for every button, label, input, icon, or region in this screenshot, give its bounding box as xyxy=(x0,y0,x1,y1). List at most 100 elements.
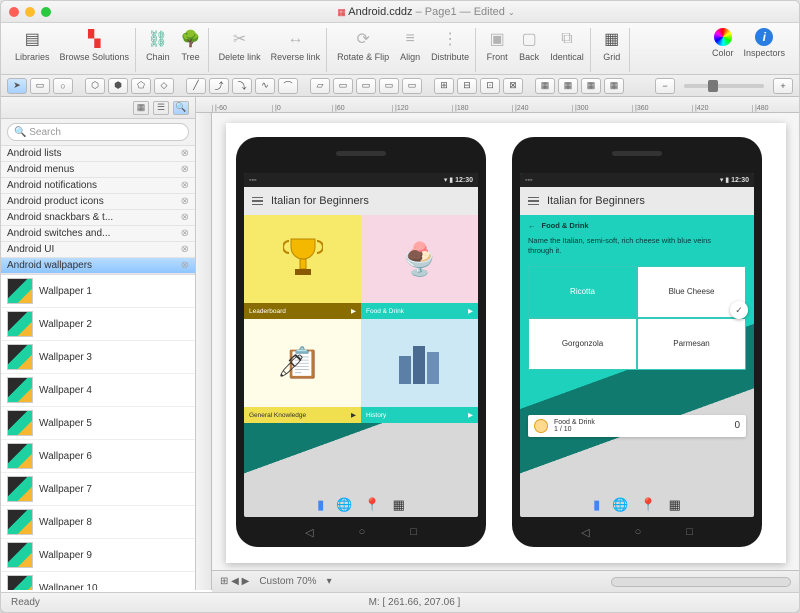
tool-btn[interactable]: ⬡ xyxy=(85,78,105,94)
delete-link-icon: ✂ xyxy=(229,28,251,50)
app-icon: ▦ xyxy=(393,497,405,513)
library-item[interactable]: Wallpaper 8 xyxy=(1,506,195,539)
wallpaper-thumb xyxy=(7,443,33,469)
close-category-icon[interactable]: ⊗ xyxy=(181,148,189,159)
category-item[interactable]: Android UI⊗ xyxy=(1,242,195,258)
close-category-icon[interactable]: ⊗ xyxy=(181,244,189,255)
library-item[interactable]: Wallpaper 4 xyxy=(1,374,195,407)
rotate-icon: ⟳ xyxy=(352,28,374,50)
library-item[interactable]: Wallpaper 3 xyxy=(1,341,195,374)
card-food: 🍨 Food & Drink▶ xyxy=(361,215,478,319)
tool-btn[interactable]: ○ xyxy=(53,78,73,94)
browse-solutions-button[interactable]: ▚Browse Solutions xyxy=(60,28,130,62)
tree-button[interactable]: 🌳Tree xyxy=(180,28,202,62)
status-ready: Ready xyxy=(11,597,40,608)
identical-button[interactable]: ⧉Identical xyxy=(550,28,584,62)
library-item[interactable]: Wallpaper 7 xyxy=(1,473,195,506)
zoom-label[interactable]: Custom 70% xyxy=(259,576,316,587)
back-button[interactable]: ▢Back xyxy=(518,28,540,62)
tool-btn[interactable]: ⊠ xyxy=(503,78,523,94)
maps-icon: 📍 xyxy=(640,497,656,513)
tool-btn[interactable]: ⊞ xyxy=(434,78,454,94)
tool-btn[interactable]: ▱ xyxy=(310,78,330,94)
tool-btn[interactable]: ⤴ xyxy=(209,78,229,94)
delete-link-button[interactable]: ✂Delete link xyxy=(219,28,261,62)
tool-btn[interactable]: ▭ xyxy=(30,78,50,94)
tool-btn[interactable]: ⤵ xyxy=(232,78,252,94)
pointer-tool[interactable]: ➤ xyxy=(7,78,27,94)
page-nav[interactable]: ⊞ ◀ ▶ xyxy=(220,576,249,587)
tool-btn[interactable]: ⬠ xyxy=(131,78,151,94)
tool-btn[interactable]: ◇ xyxy=(154,78,174,94)
library-item[interactable]: Wallpaper 5 xyxy=(1,407,195,440)
color-icon xyxy=(714,28,732,46)
library-item[interactable]: Wallpaper 2 xyxy=(1,308,195,341)
library-item[interactable]: Wallpaper 1 xyxy=(1,275,195,308)
tool-btn[interactable]: ⌒ xyxy=(278,78,298,94)
tool-btn[interactable]: ▦ xyxy=(581,78,601,94)
status-bar: Ready M: [ 261.66, 207.06 ] xyxy=(1,592,799,612)
category-item[interactable]: Android wallpapers⊗ xyxy=(1,258,195,274)
h-scrollbar[interactable] xyxy=(611,577,791,587)
inspectors-button[interactable]: iInspectors xyxy=(743,28,785,58)
tool-btn[interactable]: ▭ xyxy=(333,78,353,94)
align-button[interactable]: ≡Align xyxy=(399,28,421,62)
library-item[interactable]: Wallpaper 6 xyxy=(1,440,195,473)
distribute-button[interactable]: ⋮Distribute xyxy=(431,28,469,62)
tool-row: ➤ ▭ ○ ⬡ ⬢ ⬠ ◇ ╱ ⤴ ⤵ ∿ ⌒ ▱ ▭ ▭ ▭ ▭ ⊞ ⊟ ⊡ … xyxy=(1,75,799,97)
rotate-flip-button[interactable]: ⟳Rotate & Flip xyxy=(337,28,389,62)
category-item[interactable]: Android notifications⊗ xyxy=(1,178,195,194)
chain-button[interactable]: ⛓Chain xyxy=(146,28,170,62)
phone-statusbar: ◦◦◦▾ ▮ 12:30 xyxy=(244,173,478,187)
close-window-button[interactable] xyxy=(9,7,19,17)
library-item[interactable]: Wallpaper 9 xyxy=(1,539,195,572)
category-item[interactable]: Android switches and...⊗ xyxy=(1,226,195,242)
zoom-out-button[interactable]: − xyxy=(655,78,675,94)
front-button[interactable]: ▣Front xyxy=(486,28,508,62)
tool-btn[interactable]: ⬢ xyxy=(108,78,128,94)
close-category-icon[interactable]: ⊗ xyxy=(181,260,189,271)
docs-icon: ▮ xyxy=(593,497,600,513)
tool-btn[interactable]: ▦ xyxy=(558,78,578,94)
close-category-icon[interactable]: ⊗ xyxy=(181,228,189,239)
maps-icon: 📍 xyxy=(364,497,380,513)
reverse-link-button[interactable]: ↔Reverse link xyxy=(271,28,321,62)
tool-btn[interactable]: ▭ xyxy=(356,78,376,94)
library-item[interactable]: Wallpaper 10 xyxy=(1,572,195,590)
answer-option: Ricotta xyxy=(528,266,637,318)
tool-btn[interactable]: ╱ xyxy=(186,78,206,94)
zoom-window-button[interactable] xyxy=(41,7,51,17)
tool-btn[interactable]: ▭ xyxy=(379,78,399,94)
hamburger-icon xyxy=(528,197,539,206)
close-category-icon[interactable]: ⊗ xyxy=(181,212,189,223)
tool-btn[interactable]: ▦ xyxy=(604,78,624,94)
close-category-icon[interactable]: ⊗ xyxy=(181,196,189,207)
zoom-slider[interactable] xyxy=(684,84,764,88)
phone-mockup-2[interactable]: ◦◦◦▾ ▮ 12:30 Italian for Beginners ← Foo… xyxy=(512,137,762,547)
libraries-button[interactable]: ▤Libraries xyxy=(15,28,50,62)
close-category-icon[interactable]: ⊗ xyxy=(181,164,189,175)
wallpaper-thumb xyxy=(7,509,33,535)
sidebar-search-icon[interactable]: 🔍 xyxy=(173,101,189,115)
tool-btn[interactable]: ▭ xyxy=(402,78,422,94)
zoom-in-button[interactable]: + xyxy=(773,78,793,94)
tool-btn[interactable]: ▦ xyxy=(535,78,555,94)
canvas[interactable]: ◦◦◦▾ ▮ 12:30 Italian for Beginners xyxy=(212,113,799,590)
phone-mockup-1[interactable]: ◦◦◦▾ ▮ 12:30 Italian for Beginners xyxy=(236,137,486,547)
category-item[interactable]: Android lists⊗ xyxy=(1,146,195,162)
tool-btn[interactable]: ⊟ xyxy=(457,78,477,94)
search-input[interactable]: 🔍 Search xyxy=(7,123,189,141)
category-item[interactable]: Android menus⊗ xyxy=(1,162,195,178)
color-button[interactable]: Color xyxy=(712,28,734,58)
quiz-question: Name the Italian, semi-soft, rich cheese… xyxy=(528,236,746,256)
close-category-icon[interactable]: ⊗ xyxy=(181,180,189,191)
category-item[interactable]: Android product icons⊗ xyxy=(1,194,195,210)
tool-btn[interactable]: ∿ xyxy=(255,78,275,94)
minimize-window-button[interactable] xyxy=(25,7,35,17)
sidebar-grid-view-icon[interactable]: ▦ xyxy=(133,101,149,115)
category-item[interactable]: Android snackbars & t...⊗ xyxy=(1,210,195,226)
tool-btn[interactable]: ⊡ xyxy=(480,78,500,94)
sidebar-list-view-icon[interactable]: ☰ xyxy=(153,101,169,115)
grid-button[interactable]: ▦Grid xyxy=(601,28,623,62)
phone-dock: ▮ 🌐 📍 ▦ xyxy=(244,493,478,517)
